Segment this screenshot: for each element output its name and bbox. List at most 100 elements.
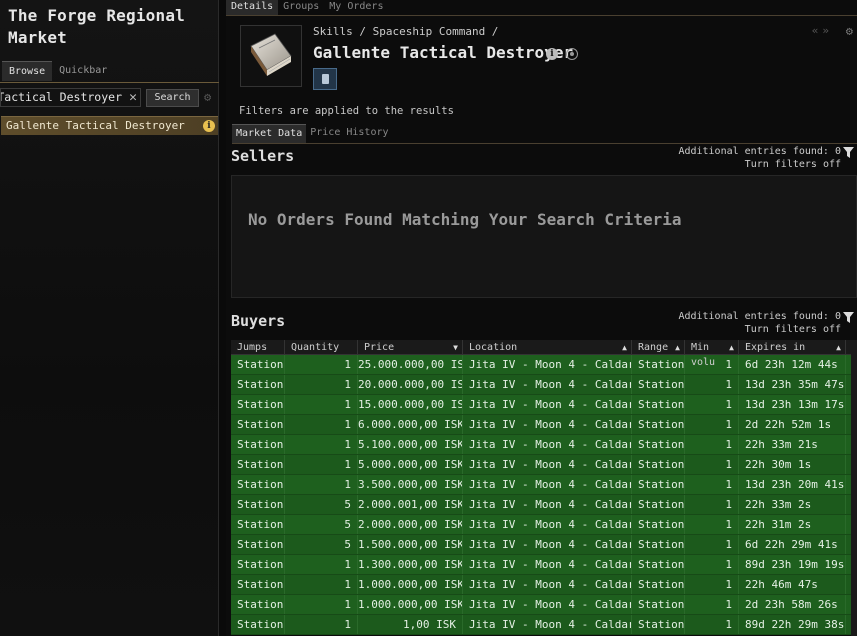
cell-quantity: 1: [285, 395, 358, 414]
cell-expires: 13d 23h 13m 17s: [739, 395, 846, 414]
cell-min-volume: 1: [685, 495, 739, 514]
page-title: Gallente Tactical Destroyer: [313, 43, 574, 62]
cell-price: 3.500.000,00 ISK: [358, 475, 463, 494]
cell-expires: 22h 30m 1s: [739, 455, 846, 474]
cell-price: 1.000.000,00 ISK: [358, 575, 463, 594]
cell-quantity: 1: [285, 555, 358, 574]
table-row[interactable]: Station 1 5.100.000,00 ISK Jita IV - Moon 4…: [231, 435, 852, 455]
cell-expires: 6d 23h 12m 44s: [739, 355, 846, 374]
gear-icon[interactable]: ⚙: [846, 24, 853, 38]
search-value: ente Tactical Destroyer: [0, 90, 122, 104]
sort-asc-icon: ▲: [675, 343, 680, 352]
col-quantity[interactable]: Quantity: [285, 340, 358, 354]
info-icon[interactable]: i: [546, 48, 558, 60]
divider: [226, 15, 857, 16]
table-row[interactable]: Station 1 1,00 ISK Jita IV - Moon 4 - Calda…: [231, 615, 852, 635]
col-expires[interactable]: Expires in ▲: [739, 340, 846, 354]
cell-location: Jita IV - Moon 4 - Caldari N: [463, 415, 632, 434]
cell-range: Station: [632, 535, 685, 554]
turn-filters-off-link[interactable]: Turn filters off: [678, 323, 841, 336]
col-location[interactable]: Location ▲: [463, 340, 632, 354]
clear-icon[interactable]: ✕: [129, 89, 137, 106]
cell-min-volume: 1: [685, 535, 739, 554]
col-min-volume-label: Min volu: [691, 342, 716, 368]
table-row[interactable]: Station 1 1.000.000,00 ISK Jita IV - Moon 4…: [231, 595, 852, 615]
table-row[interactable]: Station 1 6.000.000,00 ISK Jita IV - Moon 4…: [231, 415, 852, 435]
gear-icon[interactable]: ⚙: [204, 91, 216, 103]
cell-quantity: 1: [285, 475, 358, 494]
cell-range: Station: [632, 375, 685, 394]
cell-min-volume: 1: [685, 555, 739, 574]
cell-price: 6.000.000,00 ISK: [358, 415, 463, 434]
table-row[interactable]: Station 1 25.000.000,00 ISK Jita IV - Moon …: [231, 355, 852, 375]
cell-price: 2.000.000,00 ISK: [358, 515, 463, 534]
cell-range: Station: [632, 435, 685, 454]
col-price[interactable]: Price ▼: [358, 340, 463, 354]
cell-price: 5.000.000,00 ISK: [358, 455, 463, 474]
cell-jumps: Station: [231, 595, 285, 614]
tab-browse[interactable]: Browse: [2, 61, 53, 81]
turn-filters-off-link[interactable]: Turn filters off: [678, 158, 841, 171]
cell-jumps: Station: [231, 555, 285, 574]
cell-price: 5.100.000,00 ISK: [358, 435, 463, 454]
cell-price: 1.300.000,00 ISK: [358, 555, 463, 574]
cell-range: Station: [632, 395, 685, 414]
nav-arrows-icon[interactable]: «»: [812, 24, 833, 37]
cell-jumps: Station: [231, 355, 285, 374]
tab-details[interactable]: Details: [226, 0, 279, 15]
table-row[interactable]: Station 5 2.000.001,00 ISK Jita IV - Moon 4…: [231, 495, 852, 515]
col-range[interactable]: Range ▲: [632, 340, 685, 354]
cell-quantity: 1: [285, 455, 358, 474]
cell-quantity: 1: [285, 595, 358, 614]
list-item[interactable]: Gallente Tactical Destroyer i: [1, 116, 218, 135]
target-icon[interactable]: [566, 48, 578, 60]
cell-jumps: Station: [231, 535, 285, 554]
tab-quickbar[interactable]: Quickbar: [52, 61, 114, 81]
info-icon[interactable]: i: [203, 120, 215, 132]
table-row[interactable]: Station 1 5.000.000,00 ISK Jita IV - Moon 4…: [231, 455, 852, 475]
table-row[interactable]: Station 1 15.000.000,00 ISK Jita IV - Moon …: [231, 395, 852, 415]
col-min-volume[interactable]: Min volu ▲: [685, 340, 739, 368]
tab-my-orders[interactable]: My Orders: [324, 0, 388, 15]
sellers-additional: Additional entries found: 0 Turn filters…: [678, 145, 841, 171]
cell-expires: 89d 22h 29m 38s: [739, 615, 846, 634]
breadcrumb[interactable]: Skills / Spaceship Command /: [313, 25, 498, 38]
skillbook-icon[interactable]: [313, 68, 337, 90]
tab-price-history[interactable]: Price History: [306, 124, 392, 143]
table-row[interactable]: Station 1 1.300.000,00 ISK Jita IV - Moon 4…: [231, 555, 852, 575]
tab-groups[interactable]: Groups: [278, 0, 324, 15]
table-row[interactable]: Station 1 20.000.000,00 ISK Jita IV - Moon …: [231, 375, 852, 395]
cell-location: Jita IV - Moon 4 - Caldari N: [463, 555, 632, 574]
sort-asc-icon: ▲: [836, 343, 841, 352]
tab-market-data[interactable]: Market Data: [232, 124, 307, 143]
cell-quantity: 5: [285, 535, 358, 554]
cell-expires: 89d 23h 19m 19s: [739, 555, 846, 574]
filter-icon[interactable]: [843, 312, 854, 323]
divider: [0, 82, 219, 83]
table-row[interactable]: Station 1 3.500.000,00 ISK Jita IV - Moon 4…: [231, 475, 852, 495]
cell-min-volume: 1: [685, 515, 739, 534]
additional-entries: Additional entries found: 0: [678, 146, 841, 157]
scrollbar[interactable]: [851, 340, 857, 636]
cell-expires: 2d 22h 52m 1s: [739, 415, 846, 434]
filter-icon[interactable]: [843, 147, 854, 158]
cell-jumps: Station: [231, 375, 285, 394]
cell-expires: 22h 31m 2s: [739, 515, 846, 534]
search-button[interactable]: Search: [146, 89, 199, 107]
search-input[interactable]: ente Tactical Destroyer ✕: [0, 88, 141, 107]
cell-jumps: Station: [231, 415, 285, 434]
cell-location: Jita IV - Moon 4 - Caldari N: [463, 495, 632, 514]
cell-price: 1.000.000,00 ISK: [358, 595, 463, 614]
right-panel: Details Groups My Orders Skills / Spaces…: [226, 0, 857, 636]
cell-expires: 22h 46m 47s: [739, 575, 846, 594]
table-row[interactable]: Station 5 2.000.000,00 ISK Jita IV - Moon 4…: [231, 515, 852, 535]
table-header: Jumps Quantity Price ▼ Location ▲ Range ▲ M…: [231, 340, 852, 368]
cell-location: Jita IV - Moon 4 - Caldari N: [463, 375, 632, 394]
col-jumps[interactable]: Jumps: [231, 340, 285, 354]
cell-expires: 13d 23h 35m 47s: [739, 375, 846, 394]
table-row[interactable]: Station 5 1.500.000,00 ISK Jita IV - Moon 4…: [231, 535, 852, 555]
cell-location: Jita IV - Moon 4 - Caldari N: [463, 535, 632, 554]
cell-jumps: Station: [231, 495, 285, 514]
window-title: The Forge Regional Market: [8, 6, 185, 47]
table-row[interactable]: Station 1 1.000.000,00 ISK Jita IV - Moon 4…: [231, 575, 852, 595]
